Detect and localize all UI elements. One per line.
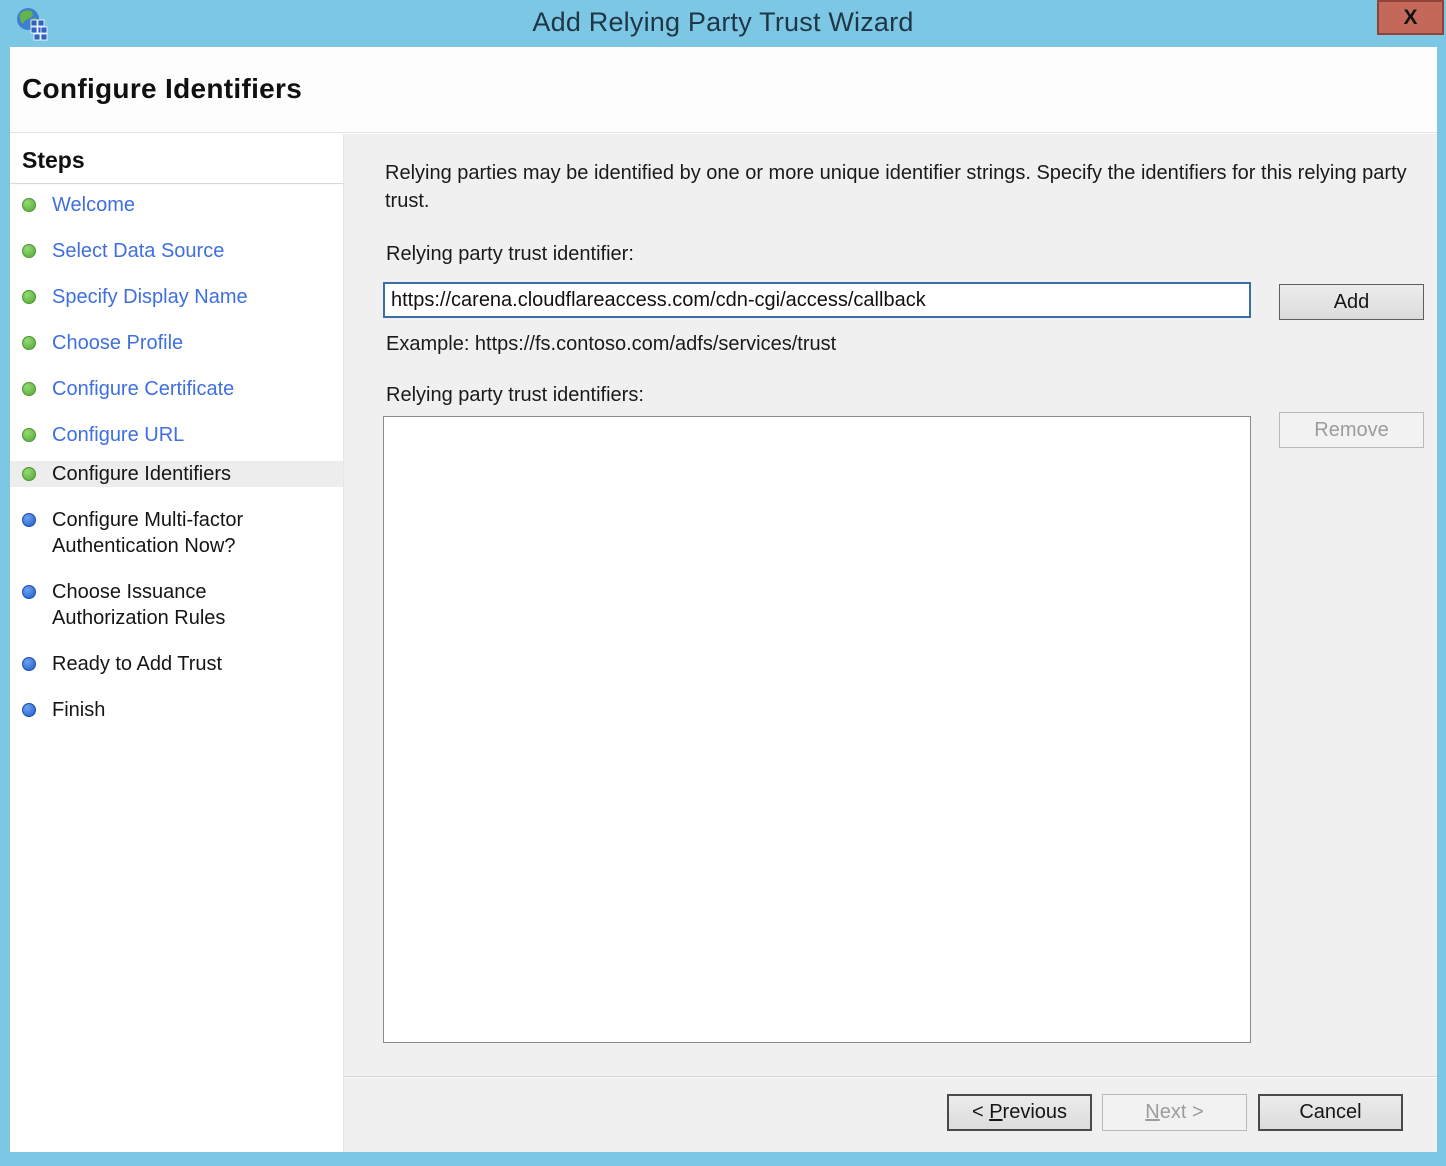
identifier-label: Relying party trust identifier: <box>386 243 634 266</box>
step-current-icon <box>22 467 36 481</box>
page-title: Configure Identifiers <box>22 73 302 105</box>
step-completed-icon <box>22 198 36 212</box>
step-specify-display-name: Specify Display Name <box>10 284 343 310</box>
next-button[interactable]: Next > <box>1102 1094 1247 1131</box>
intro-text: Relying parties may be identified by one… <box>385 159 1420 215</box>
step-choose-issuance-rules: Choose Issuance Authorization Rules <box>10 579 343 631</box>
step-finish: Finish <box>10 697 343 723</box>
previous-button[interactable]: < Previous <box>947 1094 1092 1131</box>
step-configure-url: Configure URL <box>10 422 343 448</box>
step-completed-icon <box>22 428 36 442</box>
wizard-panel: Configure Identifiers Steps Welcome Sele… <box>10 47 1437 1152</box>
step-pending-icon <box>22 513 36 527</box>
step-completed-icon <box>22 336 36 350</box>
wizard-header: Configure Identifiers <box>10 47 1437 133</box>
step-pending-icon <box>22 703 36 717</box>
steps-list: Welcome Select Data Source Specify Displ… <box>10 192 343 743</box>
step-configure-certificate: Configure Certificate <box>10 376 343 402</box>
identifiers-listbox[interactable] <box>383 416 1251 1043</box>
identifiers-list-label: Relying party trust identifiers: <box>386 384 644 407</box>
step-configure-mfa: Configure Multi-factor Authentication No… <box>10 507 343 559</box>
step-completed-icon <box>22 290 36 304</box>
identifier-input[interactable] <box>383 282 1251 318</box>
add-button[interactable]: Add <box>1279 284 1424 320</box>
step-configure-identifiers: Configure Identifiers <box>10 461 343 487</box>
step-choose-profile: Choose Profile <box>10 330 343 356</box>
step-completed-icon <box>22 244 36 258</box>
remove-button[interactable]: Remove <box>1279 412 1424 448</box>
step-welcome: Welcome <box>10 192 343 218</box>
example-text: Example: https://fs.contoso.com/adfs/ser… <box>386 333 836 356</box>
steps-heading: Steps <box>22 147 85 174</box>
steps-sidebar: Steps Welcome Select Data Source Specify… <box>10 134 343 1152</box>
close-button[interactable]: X <box>1377 0 1444 35</box>
steps-separator <box>10 183 343 185</box>
step-completed-icon <box>22 382 36 396</box>
step-select-data-source: Select Data Source <box>10 238 343 264</box>
cancel-button[interactable]: Cancel <box>1258 1094 1403 1131</box>
titlebar[interactable]: Add Relying Party Trust Wizard X <box>0 0 1446 47</box>
window-title: Add Relying Party Trust Wizard <box>0 7 1446 38</box>
footer-separator <box>344 1076 1437 1078</box>
step-pending-icon <box>22 585 36 599</box>
content-area: Relying parties may be identified by one… <box>343 134 1437 1152</box>
step-pending-icon <box>22 657 36 671</box>
step-ready-to-add-trust: Ready to Add Trust <box>10 651 343 677</box>
